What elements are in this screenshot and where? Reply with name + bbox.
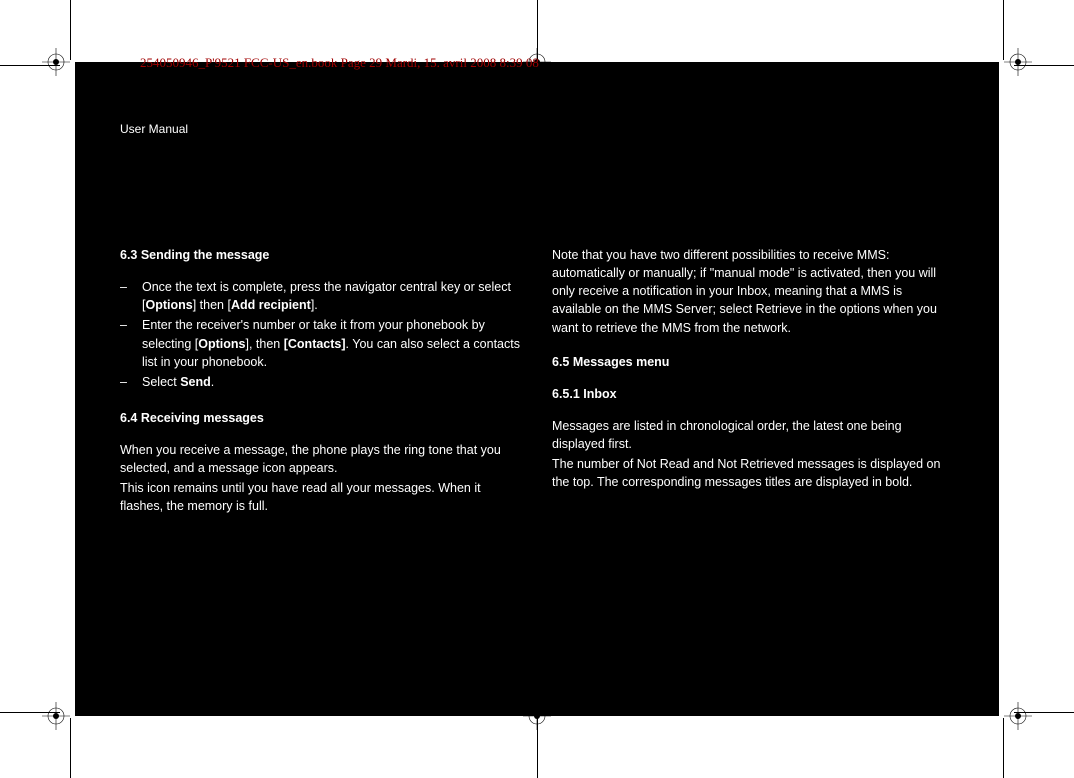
heading-6-5-1: 6.5.1 Inbox (552, 385, 954, 403)
paragraph: When you receive a message, the phone pl… (120, 441, 522, 516)
list-item: Enter the receiver's number or take it f… (120, 316, 522, 370)
right-column: Note that you have two different possibi… (552, 246, 954, 532)
crop-mark (70, 718, 71, 778)
crop-mark (70, 0, 71, 60)
doc-title: User Manual (120, 122, 954, 136)
heading-6-4: 6.4 Receiving messages (120, 409, 522, 427)
paragraph: Messages are listed in chronological ord… (552, 417, 954, 492)
registration-mark-icon (42, 48, 70, 76)
registration-mark-icon (42, 702, 70, 730)
columns: 6.3 Sending the message Once the text is… (120, 246, 954, 532)
list-item: Select Send. (120, 373, 522, 391)
source-file-note: 254050946_P'9521 FCC-US_en.book Page 29 … (140, 55, 539, 71)
heading-6-3: 6.3 Sending the message (120, 246, 522, 264)
heading-6-5: 6.5 Messages menu (552, 353, 954, 371)
registration-mark-icon (1004, 702, 1032, 730)
list-item: Once the text is complete, press the nav… (120, 278, 522, 314)
left-column: 6.3 Sending the message Once the text is… (120, 246, 522, 532)
paragraph: Note that you have two different possibi… (552, 246, 954, 337)
bullet-list: Once the text is complete, press the nav… (120, 278, 522, 391)
registration-mark-icon (1004, 48, 1032, 76)
page-content: User Manual 6.3 Sending the message Once… (75, 62, 999, 716)
